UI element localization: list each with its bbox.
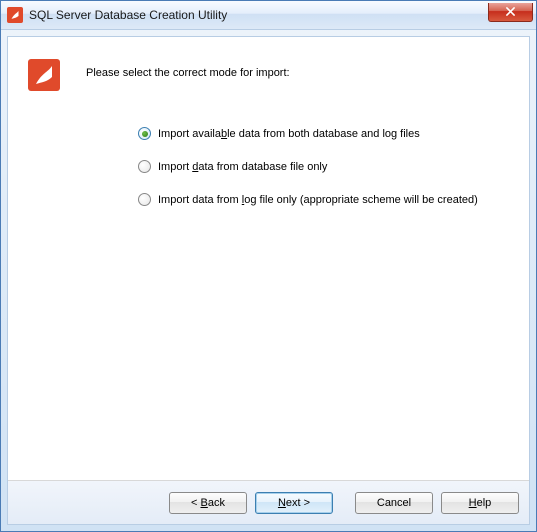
- radio-import-log-only[interactable]: Import data from log file only (appropri…: [138, 193, 509, 206]
- app-icon-small: [7, 7, 23, 23]
- radio-label: Import data from database file only: [158, 161, 327, 173]
- button-bar: < Back Next > Cancel Help: [8, 480, 529, 524]
- radio-label: Import data from log file only (appropri…: [158, 194, 478, 206]
- prompt-text: Please select the correct mode for impor…: [86, 67, 509, 79]
- content-panel: Please select the correct mode for impor…: [7, 36, 530, 525]
- radio-import-both[interactable]: Import available data from both database…: [138, 127, 509, 140]
- cancel-button[interactable]: Cancel: [355, 492, 433, 514]
- next-button[interactable]: Next >: [255, 492, 333, 514]
- import-mode-options: Import available data from both database…: [138, 127, 509, 206]
- app-icon: [28, 59, 60, 91]
- dialog-window: SQL Server Database Creation Utility Ple…: [0, 0, 537, 532]
- help-button[interactable]: Help: [441, 492, 519, 514]
- close-icon: [505, 7, 516, 16]
- close-button[interactable]: [488, 3, 533, 22]
- dialog-body: Please select the correct mode for impor…: [8, 37, 529, 480]
- radio-label: Import available data from both database…: [158, 128, 420, 140]
- back-button[interactable]: < Back: [169, 492, 247, 514]
- titlebar: SQL Server Database Creation Utility: [1, 1, 536, 30]
- radio-icon: [138, 127, 151, 140]
- radio-icon: [138, 193, 151, 206]
- radio-icon: [138, 160, 151, 173]
- window-title: SQL Server Database Creation Utility: [29, 8, 488, 22]
- radio-import-database-only[interactable]: Import data from database file only: [138, 160, 509, 173]
